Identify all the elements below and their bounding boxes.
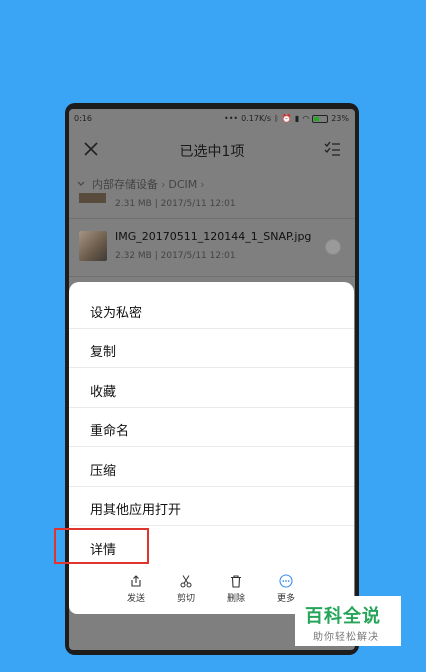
menu-item-label: 用其他应用打开: [90, 503, 182, 518]
wifi-icon: ◠: [302, 113, 310, 123]
status-icons: ••• 0.17K/s ᛒ ⏰ ▮ ◠ 23%: [224, 114, 349, 123]
menu-item-label: 收藏: [90, 385, 117, 400]
page-title: 已选中1项: [179, 144, 245, 160]
delete-button[interactable]: 删除: [216, 574, 256, 604]
chevron-right-icon: ›: [200, 177, 205, 191]
highlight-box: [54, 528, 149, 564]
file-thumbnail: [79, 193, 106, 203]
menu-item-copy[interactable]: 复制: [69, 329, 354, 368]
bluetooth-icon: ᛒ: [274, 113, 279, 123]
cut-button[interactable]: 剪切: [166, 574, 206, 604]
network-speed: 0.17K/s: [241, 114, 272, 123]
watermark-title: 百科全说: [305, 606, 381, 627]
file-date: 2017/5/11 12:01: [160, 199, 236, 209]
breadcrumb-path: 内部存储设备 › DCIM ›: [92, 176, 206, 192]
send-button[interactable]: 发送: [116, 574, 156, 604]
menu-item-private[interactable]: 设为私密: [69, 290, 354, 329]
menu-item-label: 压缩: [90, 464, 117, 479]
menu-item-label: 设为私密: [90, 306, 143, 321]
cut-label: 剪切: [176, 594, 195, 604]
top-bar: 已选中1项: [69, 129, 355, 169]
breadcrumb-item-storage[interactable]: 内部存储设备: [92, 176, 158, 192]
more-dots-icon: •••: [223, 113, 239, 123]
selection-checkbox[interactable]: [325, 239, 341, 255]
more-icon: [279, 574, 293, 588]
file-date: 2017/5/11 12:01: [160, 251, 236, 261]
status-time: 0:16: [74, 114, 92, 123]
delete-label: 删除: [226, 594, 245, 604]
share-icon: [131, 575, 141, 587]
breadcrumb-item-dcim[interactable]: DCIM: [168, 178, 197, 191]
alarm-icon: ⏰: [281, 113, 292, 123]
menu-item-label: 重命名: [90, 424, 130, 439]
file-row-selected[interactable]: IMG_20170511_120144_1_SNAP.jpg 2.32 MB |…: [69, 221, 355, 277]
scissors-icon: [180, 575, 192, 588]
file-meta: 2.31 MB | 2017/5/11 12:01: [115, 199, 236, 209]
menu-item-label: 复制: [90, 345, 117, 360]
file-row[interactable]: 2.31 MB | 2017/5/11 12:01: [69, 193, 355, 219]
watermark-subtitle: 助你轻松解决: [313, 632, 379, 643]
chevron-right-icon: ›: [161, 177, 166, 191]
file-size: 2.32 MB: [115, 251, 152, 261]
select-all-icon[interactable]: [323, 140, 341, 158]
menu-item-favorite[interactable]: 收藏: [69, 369, 354, 408]
signal-icon: ▮: [294, 113, 300, 123]
menu-item-rename[interactable]: 重命名: [69, 408, 354, 447]
trash-icon: [231, 575, 241, 588]
file-name: IMG_20170511_120144_1_SNAP.jpg: [115, 230, 312, 243]
menu-item-open-with[interactable]: 用其他应用打开: [69, 487, 354, 526]
send-label: 发送: [126, 594, 145, 604]
menu-item-compress[interactable]: 压缩: [69, 448, 354, 487]
watermark-logo: 百科全说 助你轻松解决: [295, 596, 401, 646]
battery-percent: 23%: [331, 114, 349, 123]
battery-icon: [312, 114, 329, 123]
chevron-down-icon[interactable]: [76, 179, 86, 189]
file-thumbnail: [79, 231, 107, 261]
file-meta: 2.32 MB | 2017/5/11 12:01: [115, 251, 236, 261]
action-sheet: 设为私密 复制 收藏 重命名 压缩 用其他应用打开 详情 发送 剪切 删除 更多: [69, 282, 354, 614]
breadcrumb: 内部存储设备 › DCIM ›: [69, 173, 355, 195]
file-size: 2.31 MB: [115, 199, 152, 209]
status-bar: 0:16 ••• 0.17K/s ᛒ ⏰ ▮ ◠ 23%: [69, 109, 355, 129]
